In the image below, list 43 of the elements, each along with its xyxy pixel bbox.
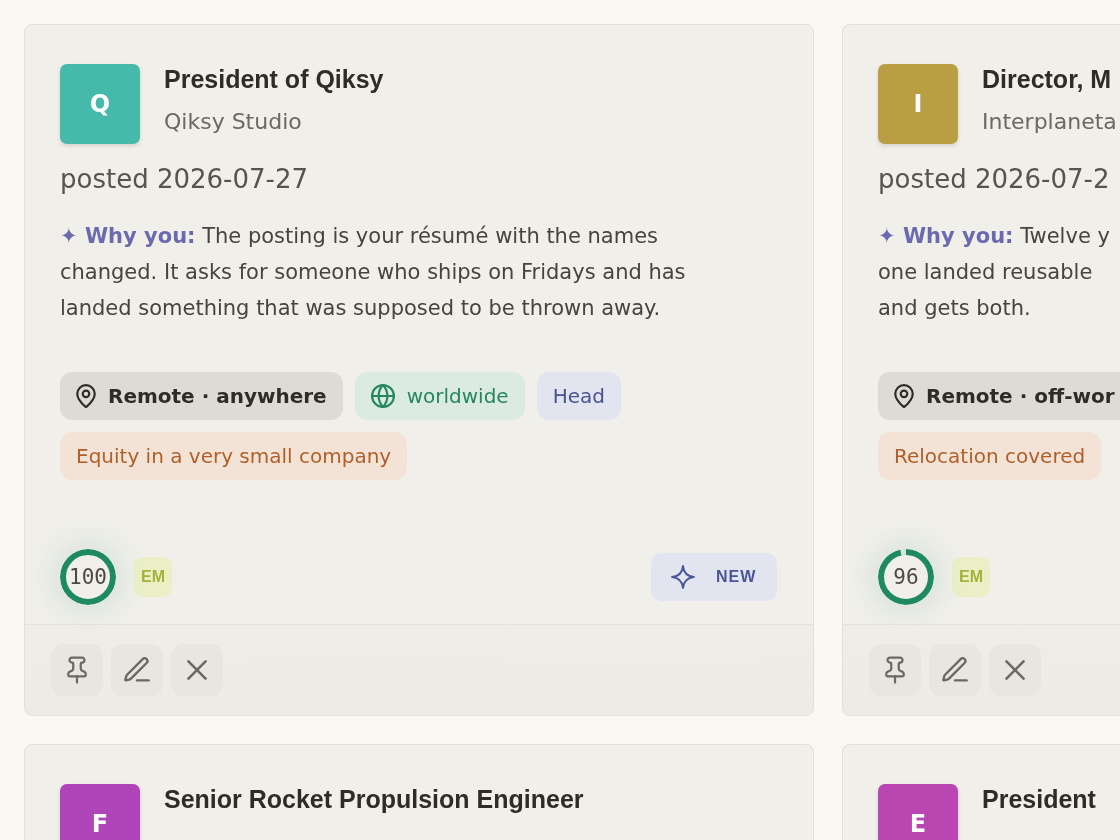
job-title: President of Qiksy <box>164 64 384 94</box>
close-button[interactable] <box>171 644 223 696</box>
close-icon <box>187 660 207 680</box>
tag-label: Relocation covered <box>894 444 1086 468</box>
job-title: President <box>982 784 1096 814</box>
company-avatar: Q <box>60 64 140 144</box>
score-value: 96 <box>893 565 919 589</box>
tag-label: Equity in a very small company <box>76 444 392 468</box>
posted-date: posted 2026-07-2 <box>878 163 1110 196</box>
edit-button[interactable] <box>111 644 163 696</box>
why-you-text: ✦ Why you: Twelve y one landed reusable and gets both. <box>878 223 1110 322</box>
close-button[interactable] <box>989 644 1041 696</box>
abbreviation-badge: EM <box>134 557 172 597</box>
posted-date: posted 2026-07-27 <box>60 163 308 196</box>
pin-button[interactable] <box>869 644 921 696</box>
tag-label: Remote · anywhere <box>108 384 327 408</box>
sparkle-icon <box>671 565 695 589</box>
why-you-text: ✦ Why you: The posting is your résumé with the names changed. It asks for someone who ships on Fridays and has landed something that was supposed to be thrown away. <box>60 223 686 322</box>
company-avatar: I <box>878 64 958 144</box>
pushpin-icon <box>885 656 905 684</box>
company-name: Interplaneta <box>982 108 1117 136</box>
job-title: Senior Rocket Propulsion Engineer <box>164 784 584 814</box>
score-ring <box>878 549 934 605</box>
score-ring <box>60 549 116 605</box>
pencil-icon <box>124 657 150 683</box>
edit-button[interactable] <box>929 644 981 696</box>
tag-label: Head <box>552 384 605 408</box>
pushpin-icon <box>67 656 87 684</box>
company-avatar: F <box>60 784 140 840</box>
close-icon <box>1005 660 1025 680</box>
score-value: 100 <box>69 565 107 589</box>
company-avatar: E <box>878 784 958 840</box>
globe-icon <box>370 384 395 408</box>
pencil-icon <box>942 657 968 683</box>
company-name: Qiksy Studio <box>164 108 302 136</box>
abbreviation-badge: EM <box>952 557 990 597</box>
tag-label: Remote · off-wor <box>926 384 1115 408</box>
map-pin-icon <box>76 384 96 408</box>
new-label: NEW <box>716 568 757 586</box>
job-title: Director, M <box>982 64 1112 94</box>
tag-label: worldwide <box>406 384 509 408</box>
map-pin-icon <box>894 384 914 408</box>
pin-button[interactable] <box>51 644 103 696</box>
